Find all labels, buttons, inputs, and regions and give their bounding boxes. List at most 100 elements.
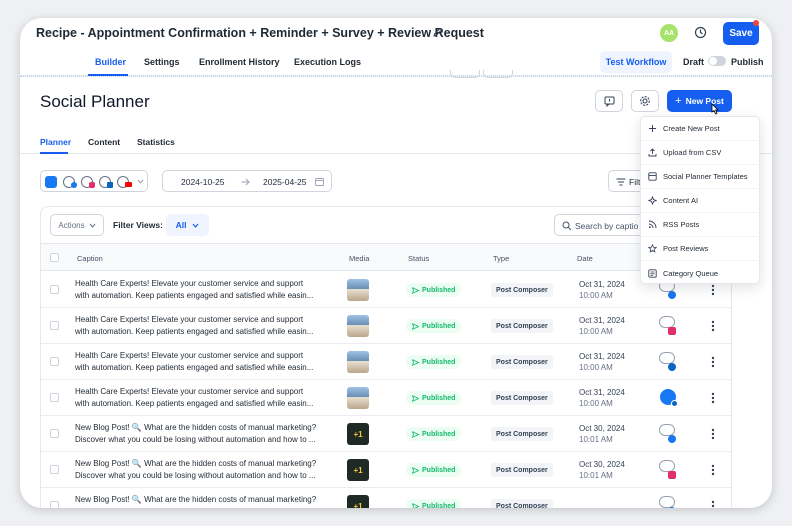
menu-item-label: Upload from CSV	[663, 148, 722, 157]
type-label: Post Composer	[496, 466, 548, 474]
tab-execution-logs[interactable]: Execution Logs	[294, 57, 361, 67]
caption-line: with automation. Keep patients engaged a…	[75, 327, 314, 336]
test-workflow-button[interactable]: Test Workflow	[600, 51, 672, 73]
draft-label: Draft	[683, 57, 705, 67]
media-thumbnail[interactable]: +1	[347, 459, 369, 481]
more-options-icon[interactable]	[711, 464, 715, 476]
more-options-icon[interactable]	[711, 428, 715, 440]
settings-button[interactable]	[631, 90, 659, 112]
table-row[interactable]: Health Care Experts! Elevate your custom…	[41, 344, 731, 380]
search-input[interactable]: Search by captio	[554, 214, 654, 236]
canvas-edge	[20, 76, 772, 77]
menu-item-label: Category Queue	[663, 268, 719, 278]
caption-cell[interactable]: Health Care Experts! Elevate your custom…	[75, 386, 335, 410]
caption-cell[interactable]: New Blog Post! 🔍 What are the hidden cos…	[75, 422, 335, 446]
row-checkbox[interactable]	[50, 393, 59, 402]
row-checkbox[interactable]	[50, 321, 59, 330]
row-checkbox[interactable]	[50, 357, 59, 366]
caption-line: New Blog Post! 🔍 What are the hidden cos…	[75, 423, 317, 432]
upload-icon	[648, 148, 657, 157]
tab-settings[interactable]: Settings	[144, 57, 180, 67]
type-badge: Post Composer	[491, 391, 553, 405]
caption-cell[interactable]: Health Care Experts! Elevate your custom…	[75, 314, 335, 338]
posts-table: Actions Filter Views: All Search by capt…	[40, 206, 732, 508]
menu-item-post-reviews[interactable]: Post Reviews	[641, 237, 761, 261]
column-status[interactable]: Status	[408, 254, 429, 263]
menu-item-rss-posts[interactable]: RSS Posts	[641, 213, 761, 237]
post-date: Oct 30, 2024	[579, 424, 625, 433]
send-icon	[412, 430, 419, 438]
linkedin-icon	[668, 363, 676, 371]
publish-toggle[interactable]	[708, 56, 726, 66]
tab-builder[interactable]: Builder	[95, 57, 126, 67]
caption-cell[interactable]: Health Care Experts! Elevate your custom…	[75, 278, 335, 302]
send-icon	[412, 286, 419, 294]
more-options-icon[interactable]	[711, 500, 715, 508]
column-media[interactable]: Media	[349, 254, 369, 263]
row-checkbox[interactable]	[50, 285, 59, 294]
row-checkbox[interactable]	[50, 501, 59, 508]
feedback-button[interactable]	[595, 90, 623, 112]
table-row[interactable]: Health Care Experts! Elevate your custom…	[41, 308, 731, 344]
status-label: Published	[422, 466, 456, 474]
post-time: 10:01 AM	[579, 471, 613, 480]
type-label: Post Composer	[496, 502, 548, 509]
media-thumbnail[interactable]	[347, 279, 369, 301]
caption-cell[interactable]: Health Care Experts! Elevate your custom…	[75, 350, 335, 374]
tab-statistics[interactable]: Statistics	[137, 137, 175, 147]
new-post-button[interactable]: + New Post	[667, 90, 732, 112]
media-thumbnail[interactable]: +1	[347, 423, 369, 445]
media-count: +1	[353, 429, 363, 439]
template-icon	[648, 172, 657, 181]
media-thumbnail[interactable]	[347, 315, 369, 337]
more-options-icon[interactable]	[711, 320, 715, 332]
menu-item-content-ai[interactable]: Content AI	[641, 189, 761, 213]
menu-item-create-new-post[interactable]: Create New Post	[641, 117, 761, 141]
more-options-icon[interactable]	[711, 392, 715, 404]
table-row[interactable]: Health Care Experts! Elevate your custom…	[41, 380, 731, 416]
row-checkbox[interactable]	[50, 465, 59, 474]
column-date[interactable]: Date	[577, 254, 593, 263]
media-thumbnail[interactable]	[347, 351, 369, 373]
more-options-icon[interactable]	[711, 356, 715, 368]
history-icon[interactable]	[694, 26, 707, 39]
date-cell: Oct 31, 2024 10:00 AM	[579, 279, 625, 301]
status-badge: Published	[406, 463, 462, 477]
column-type[interactable]: Type	[493, 254, 509, 263]
tab-enrollment-history[interactable]: Enrollment History	[199, 57, 280, 67]
row-checkbox[interactable]	[50, 429, 59, 438]
actions-dropdown[interactable]: Actions	[50, 214, 104, 236]
table-row[interactable]: New Blog Post! 🔍 What are the hidden cos…	[41, 416, 731, 452]
menu-item-category-queue[interactable]: Category Queue	[641, 261, 761, 285]
menu-item-templates[interactable]: Social Planner Templates	[641, 165, 761, 189]
tab-planner[interactable]: Planner	[40, 137, 71, 147]
type-badge: Post Composer	[491, 427, 553, 441]
media-thumbnail[interactable]	[347, 387, 369, 409]
account-selector[interactable]	[40, 170, 148, 192]
more-options-icon[interactable]	[711, 284, 715, 296]
type-badge: Post Composer	[491, 499, 553, 508]
post-time: 10:00 AM	[579, 363, 613, 372]
media-thumbnail[interactable]: +1	[347, 495, 369, 508]
post-date: Oct 31, 2024	[579, 388, 625, 397]
filter-views-select[interactable]: All	[166, 214, 209, 236]
tab-content[interactable]: Content	[88, 137, 120, 147]
table-row[interactable]: New Blog Post! 🔍 What are the hidden cos…	[41, 452, 731, 488]
app-window: Recipe - Appointment Confirmation + Remi…	[20, 18, 772, 508]
table-row[interactable]: New Blog Post! 🔍 What are the hidden cos…	[41, 488, 731, 508]
publish-label: Publish	[731, 57, 764, 67]
caption-cell[interactable]: New Blog Post! 🔍 What are the hidden cos…	[75, 494, 335, 506]
date-range-picker[interactable]: 2024-10-25 2025-04-25	[162, 170, 332, 192]
type-badge: Post Composer	[491, 319, 553, 333]
table-toolbar: Actions Filter Views: All Search by capt…	[41, 207, 731, 243]
workflow-nav: Builder Settings Enrollment History Exec…	[20, 48, 772, 76]
status-label: Published	[422, 358, 456, 366]
date-cell: Oct 31, 2024 10:00 AM	[579, 387, 625, 409]
select-all-checkbox[interactable]	[50, 253, 59, 262]
pencil-icon[interactable]	[433, 27, 443, 37]
menu-item-upload-csv[interactable]: Upload from CSV	[641, 141, 761, 165]
avatar[interactable]: AA	[660, 24, 678, 42]
caption-cell[interactable]: New Blog Post! 🔍 What are the hidden cos…	[75, 458, 335, 482]
column-caption[interactable]: Caption	[77, 254, 103, 263]
table-row[interactable]: Health Care Experts! Elevate your custom…	[41, 272, 731, 308]
